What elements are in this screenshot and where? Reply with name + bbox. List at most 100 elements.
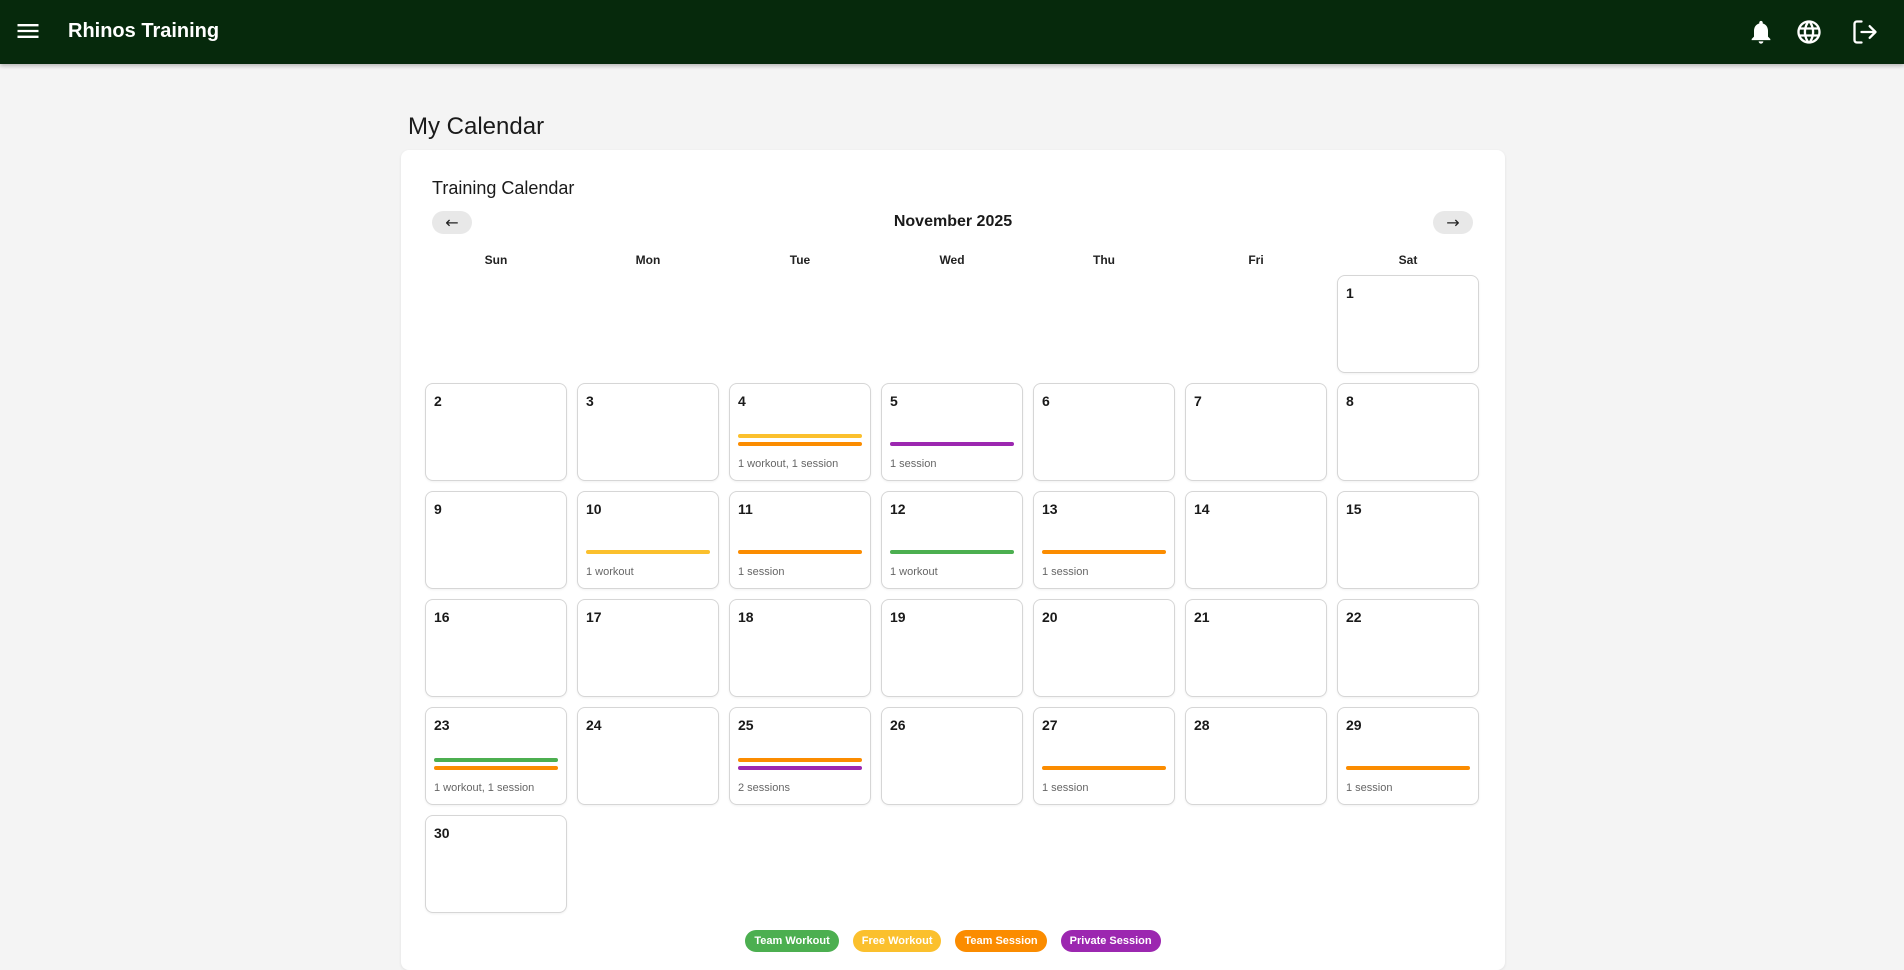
day-cell-2[interactable]: 2 bbox=[425, 383, 567, 481]
event-bar-team-workout bbox=[890, 550, 1014, 554]
legend-team-workout[interactable]: Team Workout bbox=[745, 930, 839, 952]
menu-icon[interactable] bbox=[14, 17, 42, 45]
event-bars bbox=[890, 550, 1014, 554]
month-label: November 2025 bbox=[893, 213, 1013, 230]
day-summary: 1 workout bbox=[586, 566, 634, 578]
calendar-title: Training Calendar bbox=[432, 178, 575, 198]
day-number: 1 bbox=[1346, 285, 1354, 301]
day-cell-12[interactable]: 12 1 workout bbox=[881, 491, 1023, 589]
day-cell-3[interactable]: 3 bbox=[577, 383, 719, 481]
day-cell-23[interactable]: 23 1 workout, 1 session bbox=[425, 707, 567, 805]
day-cell-13[interactable]: 13 1 session bbox=[1033, 491, 1175, 589]
weekday-fri: Fri bbox=[1248, 253, 1264, 267]
day-number: 8 bbox=[1346, 393, 1354, 409]
day-cell-4[interactable]: 4 1 workout, 1 session bbox=[729, 383, 871, 481]
day-number: 3 bbox=[586, 393, 594, 409]
day-cell-26[interactable]: 26 bbox=[881, 707, 1023, 805]
day-summary: 1 workout, 1 session bbox=[738, 458, 839, 470]
day-summary: 1 session bbox=[890, 458, 937, 470]
event-bars bbox=[434, 758, 558, 770]
day-cell-1[interactable]: 1 bbox=[1337, 275, 1479, 373]
day-cell-17[interactable]: 17 bbox=[577, 599, 719, 697]
day-cell-25[interactable]: 25 2 sessions bbox=[729, 707, 871, 805]
day-number: 25 bbox=[738, 717, 754, 733]
logout-icon[interactable] bbox=[1851, 18, 1879, 46]
event-bar-private-session bbox=[890, 442, 1014, 446]
event-bar-team-workout bbox=[434, 758, 558, 762]
day-number: 13 bbox=[1042, 501, 1058, 517]
day-number: 20 bbox=[1042, 609, 1058, 625]
day-number: 16 bbox=[434, 609, 450, 625]
day-number: 30 bbox=[434, 825, 450, 841]
day-cell-7[interactable]: 7 bbox=[1185, 383, 1327, 481]
day-number: 28 bbox=[1194, 717, 1210, 733]
day-summary: 1 session bbox=[1346, 782, 1393, 794]
event-bars bbox=[1042, 550, 1166, 554]
day-summary: 1 session bbox=[738, 566, 785, 578]
training-calendar-card: Training Calendar ← November 2025 → Sun M… bbox=[401, 150, 1505, 970]
day-number: 11 bbox=[738, 501, 753, 517]
day-cell-20[interactable]: 20 bbox=[1033, 599, 1175, 697]
event-bars bbox=[738, 550, 862, 554]
day-cell-27[interactable]: 27 1 session bbox=[1033, 707, 1175, 805]
weekday-sun: Sun bbox=[484, 253, 508, 267]
day-cell-11[interactable]: 11 1 session bbox=[729, 491, 871, 589]
event-bar-team-session bbox=[434, 766, 558, 770]
day-number: 24 bbox=[586, 717, 602, 733]
day-summary: 1 workout bbox=[890, 566, 938, 578]
day-number: 22 bbox=[1346, 609, 1362, 625]
event-bars bbox=[1346, 766, 1470, 770]
day-cell-10[interactable]: 10 1 workout bbox=[577, 491, 719, 589]
day-number: 2 bbox=[434, 393, 442, 409]
event-bar-private-session bbox=[738, 766, 862, 770]
legend-free-workout[interactable]: Free Workout bbox=[852, 930, 942, 952]
day-cell-24[interactable]: 24 bbox=[577, 707, 719, 805]
legend: Team Workout Free Workout Team Session Priv… bbox=[401, 930, 1505, 952]
event-bar-team-session bbox=[1042, 550, 1166, 554]
day-number: 5 bbox=[890, 393, 898, 409]
day-number: 12 bbox=[890, 501, 906, 517]
legend-team-session[interactable]: Team Session bbox=[955, 930, 1047, 952]
day-summary: 1 session bbox=[1042, 566, 1089, 578]
next-month-button[interactable]: → bbox=[1433, 211, 1473, 234]
weekday-thu: Thu bbox=[1093, 253, 1115, 267]
day-number: 9 bbox=[434, 501, 442, 517]
day-cell-19[interactable]: 19 bbox=[881, 599, 1023, 697]
day-number: 18 bbox=[738, 609, 754, 625]
page-title: My Calendar bbox=[408, 113, 545, 140]
event-bar-team-session bbox=[738, 550, 862, 554]
day-cell-21[interactable]: 21 bbox=[1185, 599, 1327, 697]
day-number: 29 bbox=[1346, 717, 1362, 733]
day-cell-5[interactable]: 5 1 session bbox=[881, 383, 1023, 481]
day-cell-14[interactable]: 14 bbox=[1185, 491, 1327, 589]
day-number: 19 bbox=[890, 609, 906, 625]
bell-icon[interactable] bbox=[1747, 18, 1775, 46]
day-number: 4 bbox=[738, 393, 746, 409]
day-number: 17 bbox=[586, 609, 602, 625]
day-number: 10 bbox=[586, 501, 602, 517]
day-summary: 1 workout, 1 session bbox=[434, 782, 535, 794]
day-cell-16[interactable]: 16 bbox=[425, 599, 567, 697]
day-cell-18[interactable]: 18 bbox=[729, 599, 871, 697]
event-bar-free-workout bbox=[738, 434, 862, 438]
day-cell-28[interactable]: 28 bbox=[1185, 707, 1327, 805]
weekday-sat: Sat bbox=[1398, 253, 1418, 267]
day-cell-8[interactable]: 8 bbox=[1337, 383, 1479, 481]
day-number: 14 bbox=[1194, 501, 1210, 517]
top-app-bar: Rhinos Training bbox=[0, 0, 1904, 64]
weekday-tue: Tue bbox=[789, 253, 811, 267]
weekday-mon: Mon bbox=[635, 253, 661, 267]
day-cell-22[interactable]: 22 bbox=[1337, 599, 1479, 697]
day-cell-9[interactable]: 9 bbox=[425, 491, 567, 589]
day-number: 15 bbox=[1346, 501, 1362, 517]
day-cell-6[interactable]: 6 bbox=[1033, 383, 1175, 481]
day-number: 7 bbox=[1194, 393, 1202, 409]
event-bar-free-workout bbox=[586, 550, 710, 554]
weekday-wed: Wed bbox=[939, 253, 965, 267]
globe-icon[interactable] bbox=[1795, 18, 1823, 46]
day-cell-15[interactable]: 15 bbox=[1337, 491, 1479, 589]
event-bars bbox=[1042, 766, 1166, 770]
legend-private-session[interactable]: Private Session bbox=[1060, 930, 1161, 952]
day-cell-30[interactable]: 30 bbox=[425, 815, 567, 913]
day-cell-29[interactable]: 29 1 session bbox=[1337, 707, 1479, 805]
